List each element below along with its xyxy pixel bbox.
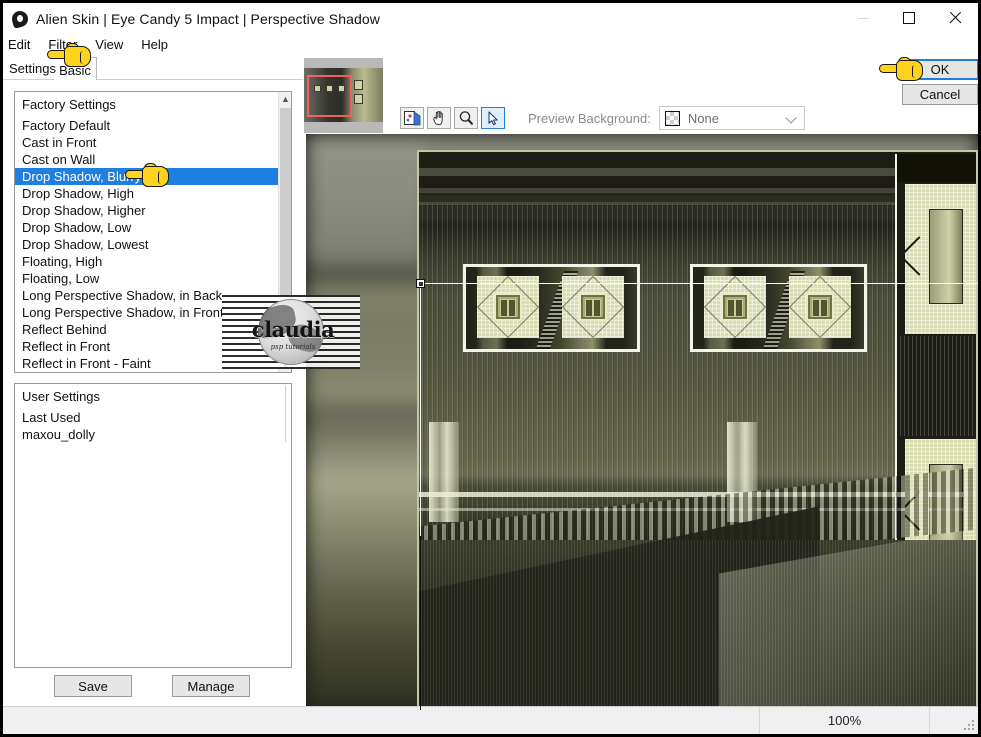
user-list-scrollbar[interactable] [281, 384, 291, 667]
wall-picture-right [690, 264, 867, 352]
window-controls [840, 3, 978, 33]
preview-pane: Preview Background: None [304, 56, 978, 710]
list-group-factory-settings: Factory Settings [22, 97, 116, 112]
list-group-user-settings: User Settings [22, 389, 101, 404]
maximize-button[interactable] [886, 3, 932, 33]
application-window: Alien Skin | Eye Candy 5 Impact | Perspe… [0, 0, 981, 737]
menu-item-filter[interactable]: Filter [48, 37, 87, 52]
menu-item-help[interactable]: Help [141, 37, 178, 52]
status-zoom-area: 100% [760, 707, 930, 734]
list-item-cast-in-front[interactable]: Cast in Front [15, 134, 278, 151]
manage-button[interactable]: Manage [172, 675, 250, 697]
checkerboard-swatch-icon [664, 110, 680, 126]
close-icon [948, 11, 962, 25]
list-item-long-perspective-front[interactable]: Long Perspective Shadow, in Front [15, 304, 278, 321]
list-item-drop-shadow-blurry[interactable]: Drop Shadow, Blurry [15, 168, 278, 185]
list-item-drop-shadow-high[interactable]: Drop Shadow, High [15, 185, 278, 202]
hand-pan-icon[interactable] [427, 107, 451, 129]
zoom-magnifier-icon[interactable] [454, 107, 478, 129]
list-item-drop-shadow-low[interactable]: Drop Shadow, Low [15, 219, 278, 236]
factory-settings-list[interactable]: Factory Settings Factory Default Cast in… [14, 91, 292, 373]
resize-grip-icon[interactable] [963, 719, 974, 730]
wall-picture-left [463, 264, 640, 352]
status-bar: 100% [3, 706, 978, 734]
list-item-drop-shadow-lowest[interactable]: Drop Shadow, Lowest [15, 236, 278, 253]
cancel-button[interactable]: Cancel [902, 84, 978, 105]
factory-list-scrollbar[interactable]: ▲ ▼ [278, 92, 291, 372]
menu-item-edit[interactable]: Edit [8, 37, 40, 52]
save-button[interactable]: Save [54, 675, 132, 697]
preview-canvas[interactable] [306, 134, 978, 710]
list-item-floating-high[interactable]: Floating, High [15, 253, 278, 270]
minimize-icon [857, 17, 869, 19]
status-grip-area [930, 707, 978, 734]
preview-scene [419, 152, 976, 708]
chevron-up-icon[interactable]: ▲ [279, 92, 291, 106]
list-item-maxou-dolly[interactable]: maxou_dolly [15, 426, 281, 443]
settings-panel: Factory Settings Factory Default Cast in… [3, 80, 303, 710]
list-item-cast-on-wall[interactable]: Cast on Wall [15, 151, 278, 168]
chevron-down-icon[interactable]: ▼ [279, 358, 291, 372]
tab-strip: Settings Basic [3, 56, 303, 80]
preview-background-select[interactable]: None [658, 106, 805, 130]
status-message-area [3, 707, 760, 734]
preview-image [417, 150, 978, 710]
scrollbar-thumb[interactable] [280, 108, 291, 304]
preview-background-label: Preview Background: [528, 110, 651, 126]
pointer-arrow-icon[interactable] [481, 107, 505, 129]
close-button[interactable] [932, 3, 978, 33]
zoom-level: 100% [827, 713, 862, 728]
before-after-icon[interactable] [400, 107, 424, 129]
maximize-icon [903, 12, 915, 24]
list-item-long-perspective-back[interactable]: Long Perspective Shadow, in Back [15, 287, 278, 304]
menu-item-view[interactable]: View [95, 37, 133, 52]
preview-toolbar: Preview Background: None [304, 102, 978, 134]
list-item-drop-shadow-higher[interactable]: Drop Shadow, Higher [15, 202, 278, 219]
ok-button[interactable]: OK [901, 59, 978, 80]
chevron-down-icon[interactable] [785, 112, 797, 124]
alien-skin-icon [10, 8, 30, 29]
list-item-factory-default[interactable]: Factory Default [15, 117, 278, 134]
menu-bar: Edit Filter View Help [3, 34, 978, 55]
user-settings-list[interactable]: User Settings Last Used maxou_dolly [14, 383, 292, 668]
title-bar: Alien Skin | Eye Candy 5 Impact | Perspe… [3, 3, 978, 34]
list-item-last-used[interactable]: Last Used [15, 409, 281, 426]
list-item-floating-low[interactable]: Floating, Low [15, 270, 278, 287]
window-title: Alien Skin | Eye Candy 5 Impact | Perspe… [36, 10, 380, 27]
list-item-reflect-in-front-faint[interactable]: Reflect in Front - Faint [15, 355, 278, 372]
settings-label: Settings [5, 59, 60, 79]
minimize-button[interactable] [840, 3, 886, 33]
list-item-reflect-in-front[interactable]: Reflect in Front [15, 338, 278, 355]
list-item-reflect-behind[interactable]: Reflect Behind [15, 321, 278, 338]
preview-background-value: None [687, 110, 719, 126]
